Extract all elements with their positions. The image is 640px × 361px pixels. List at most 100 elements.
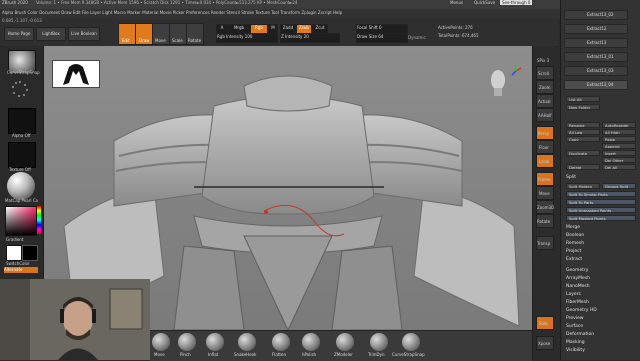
- axis-gizmo-icon[interactable]: [510, 62, 522, 76]
- new-folder-button[interactable]: New Folder: [566, 104, 600, 110]
- aahalf-button[interactable]: AAHalf: [536, 108, 554, 122]
- arraymesh-section[interactable]: ArrayMesh: [566, 276, 590, 281]
- rotate-button[interactable]: Rotate: [186, 23, 204, 45]
- subtool-item[interactable]: Extract13_01: [564, 52, 628, 62]
- brush-move-icon[interactable]: [152, 333, 170, 351]
- alpha-thumbnail[interactable]: [8, 108, 36, 134]
- move-button[interactable]: Move: [152, 23, 170, 45]
- delete-button[interactable]: Delete: [566, 164, 600, 170]
- menu-light[interactable]: Light: [102, 10, 112, 15]
- stroke-icon[interactable]: [10, 79, 30, 99]
- menu-help[interactable]: Help: [333, 10, 342, 15]
- menu-marker[interactable]: Marker: [127, 10, 141, 15]
- zoom3d-button[interactable]: Zoom3D: [536, 200, 554, 214]
- menu-document[interactable]: Document: [39, 10, 60, 15]
- brush-zmodeler-icon[interactable]: [336, 333, 354, 351]
- transp-button[interactable]: Transp: [536, 236, 554, 250]
- texture-thumbnail[interactable]: [8, 142, 36, 168]
- list-all-button[interactable]: List All: [566, 96, 600, 102]
- actual-button[interactable]: Actual: [536, 94, 554, 108]
- geometry-section[interactable]: Geometry: [566, 268, 588, 273]
- brush-trimdyn-icon[interactable]: [370, 333, 388, 351]
- scroll-button[interactable]: Scroll: [536, 66, 554, 80]
- xpose-button[interactable]: Xpose: [536, 336, 554, 350]
- draw-button[interactable]: Draw: [135, 23, 153, 45]
- groups-split-button[interactable]: Groups Split: [602, 183, 636, 189]
- floor-button[interactable]: Floor: [536, 140, 554, 154]
- del-all-button[interactable]: Del All: [602, 164, 636, 170]
- deformation-section[interactable]: Deformation: [566, 332, 594, 337]
- duplicate-button[interactable]: Duplicate: [566, 150, 600, 156]
- edit-button[interactable]: Edit: [118, 23, 136, 45]
- menu-draw[interactable]: Draw: [61, 10, 71, 15]
- dynamic-toggle[interactable]: Dynamic: [408, 35, 426, 40]
- switch-color-button[interactable]: SwitchColor: [6, 261, 30, 266]
- subtool-item[interactable]: Extract13_03: [564, 66, 628, 76]
- del-other-button[interactable]: Del Other: [602, 157, 636, 163]
- split-masked-button[interactable]: Split Masked Points: [566, 215, 636, 221]
- visibility-section[interactable]: Visibility: [566, 348, 585, 353]
- material-sphere[interactable]: [7, 172, 35, 200]
- menu-preferences[interactable]: Preferences: [186, 10, 210, 15]
- insert-button[interactable]: Insert: [602, 150, 636, 156]
- menu-transform[interactable]: Transform: [280, 10, 300, 15]
- menus-toggle[interactable]: Menus: [450, 0, 463, 5]
- menu-stroke[interactable]: Stroke: [241, 10, 254, 15]
- frame-button[interactable]: Frame: [536, 172, 554, 186]
- autoreorder-button[interactable]: AutoReorder: [602, 122, 636, 128]
- menu-render[interactable]: Render: [211, 10, 225, 15]
- menu-movie[interactable]: Movie: [160, 10, 172, 15]
- alternate-button[interactable]: Alternate: [4, 267, 38, 273]
- hue-strip[interactable]: [37, 206, 41, 234]
- quicksave-button[interactable]: QuickSave: [474, 0, 495, 5]
- main-color-swatch[interactable]: [6, 245, 22, 261]
- split-hidden-button[interactable]: Split Hidden: [566, 183, 600, 189]
- project-section[interactable]: Project: [566, 249, 581, 254]
- menu-texture[interactable]: Texture: [255, 10, 270, 15]
- menu-tool[interactable]: Tool: [271, 10, 279, 15]
- move-view-button[interactable]: Move: [536, 186, 554, 200]
- subtool-item-selected[interactable]: Extract13_04: [564, 80, 628, 90]
- surface-section[interactable]: Surface: [566, 324, 583, 329]
- menu-stencil[interactable]: Stencil: [226, 10, 240, 15]
- live-boolean-button[interactable]: Live Boolean: [68, 27, 100, 41]
- split-unmasked-button[interactable]: Split Unmasked Points: [566, 207, 636, 213]
- scale-button[interactable]: Scale: [169, 23, 187, 45]
- masking-section[interactable]: Masking: [566, 340, 585, 345]
- rgb-intensity-slider[interactable]: Rgb Intensity 100: [216, 33, 278, 43]
- see-through-slider[interactable]: See-through 0: [500, 0, 533, 5]
- subtool-item[interactable]: Extract13_02: [564, 10, 628, 20]
- menu-file[interactable]: File: [82, 10, 89, 15]
- paste-button[interactable]: Paste: [602, 136, 636, 142]
- fibermesh-section[interactable]: FiberMesh: [566, 300, 589, 305]
- zoom-button[interactable]: Zoom: [536, 80, 554, 94]
- copy-button[interactable]: Copy: [566, 136, 600, 142]
- solo-button[interactable]: Solo: [536, 316, 554, 330]
- menu-brush[interactable]: Brush: [15, 10, 27, 15]
- preview-section[interactable]: Preview: [566, 316, 584, 321]
- menu-zplugin[interactable]: Zplugin: [301, 10, 316, 15]
- rotate-view-button[interactable]: Rotate: [536, 214, 554, 228]
- secondary-color-swatch[interactable]: [22, 245, 38, 261]
- menu-picker[interactable]: Picker: [173, 10, 185, 15]
- menu-alpha[interactable]: Alpha: [2, 10, 13, 15]
- menu-layer[interactable]: Layer: [90, 10, 101, 15]
- append-button[interactable]: Append: [602, 143, 636, 149]
- local-button[interactable]: Local: [536, 154, 554, 168]
- subtool-item[interactable]: Extract13: [564, 38, 628, 48]
- geometry-hd-section[interactable]: Geometry HD: [566, 308, 597, 313]
- persp-button[interactable]: Persp: [536, 126, 554, 140]
- split-similar-parts-button[interactable]: Split To Similar Parts: [566, 191, 636, 197]
- all-low-button[interactable]: All Low: [566, 129, 600, 135]
- brush-hpolish-icon[interactable]: [302, 333, 320, 351]
- lightbox-button[interactable]: LightBox: [36, 27, 66, 41]
- draw-size-slider[interactable]: Draw Size 64: [356, 33, 408, 43]
- z-intensity-slider[interactable]: Z Intensity 20: [280, 33, 340, 43]
- boolean-section[interactable]: Boolean: [566, 233, 584, 238]
- split-to-parts-button[interactable]: Split To Parts: [566, 199, 636, 205]
- menu-edit[interactable]: Edit: [73, 10, 81, 15]
- merge-section[interactable]: Merge: [566, 225, 580, 230]
- extract-section[interactable]: Extract: [566, 257, 582, 262]
- menu-material[interactable]: Material: [142, 10, 158, 15]
- split-header[interactable]: Split: [566, 175, 576, 180]
